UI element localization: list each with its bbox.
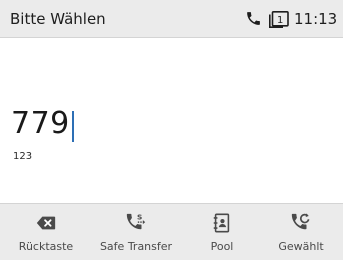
clock: 11:13 bbox=[294, 10, 338, 28]
screen-title: Bitte Wählen bbox=[10, 10, 106, 28]
safe-transfer-softkey[interactable]: S Safe Transfer bbox=[91, 204, 181, 260]
phone-handset-icon bbox=[247, 12, 260, 25]
softkey-label: Rücktaste bbox=[18, 240, 74, 253]
safe-transfer-icon: S bbox=[126, 212, 146, 230]
redial-softkey[interactable]: Gewählt bbox=[262, 204, 340, 260]
pool-softkey[interactable]: Pool bbox=[186, 204, 258, 260]
dial-area[interactable]: 779 123 bbox=[0, 38, 343, 203]
line-number: 1 bbox=[277, 15, 283, 26]
status-bar: Bitte Wählen 1 11:13 bbox=[0, 0, 343, 38]
dialed-number-input[interactable]: 779 bbox=[11, 107, 70, 141]
line-indicator-icon: 1 bbox=[269, 11, 289, 28]
svg-text:S: S bbox=[137, 212, 142, 221]
backspace-softkey[interactable]: Rücktaste bbox=[5, 204, 87, 260]
contact-book-icon bbox=[213, 213, 230, 233]
softkey-label: Pool bbox=[210, 240, 234, 253]
backspace-icon bbox=[36, 216, 56, 230]
redial-icon bbox=[291, 213, 310, 230]
phone-screen: Bitte Wählen 1 11:13 779 123 Rücktaste S bbox=[0, 0, 343, 260]
softkey-bar: Rücktaste S Safe Transfer Pool Gewählt bbox=[0, 203, 343, 260]
softkey-label: Safe Transfer bbox=[99, 240, 173, 253]
input-mode-indicator: 123 bbox=[13, 151, 33, 162]
softkey-label: Gewählt bbox=[278, 240, 324, 253]
text-cursor bbox=[72, 111, 74, 142]
